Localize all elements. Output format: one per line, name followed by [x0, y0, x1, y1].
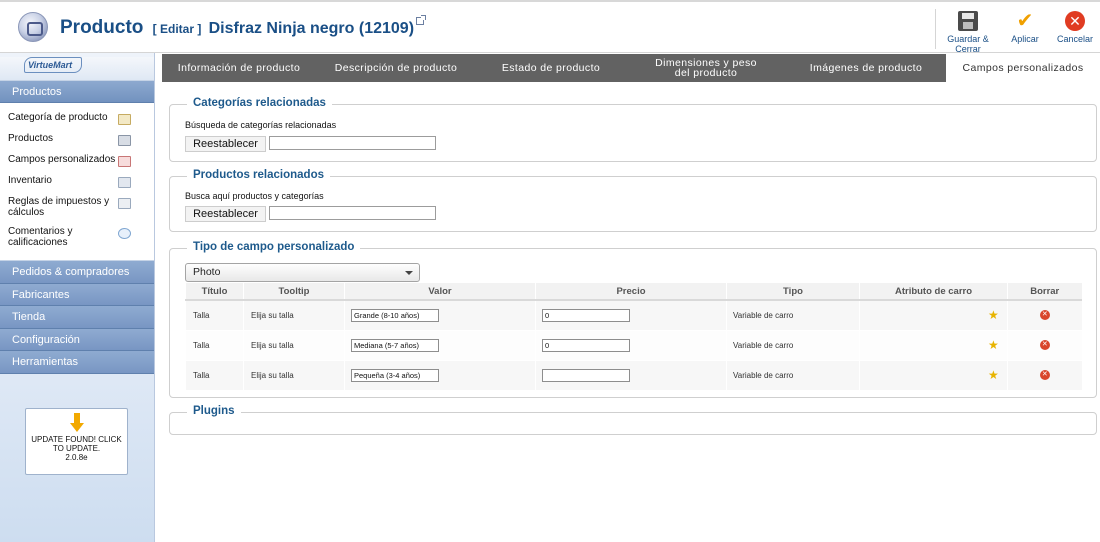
sidebar-item-impuestos[interactable]: Reglas de impuestos y cálculos	[0, 192, 154, 222]
edit-label: [ Editar ]	[152, 22, 202, 36]
page-header: Producto [ Editar ] Disfraz Ninja negro …	[0, 0, 1100, 54]
table-header-row: Título Tooltip Valor Precio Tipo Atribut…	[185, 283, 1082, 301]
row-tipo: Variable de carro	[726, 360, 860, 391]
fieldset-productos: Productos relacionados Busca aquí produc…	[169, 169, 1097, 232]
productos-label: Busca aquí productos y categorías	[185, 191, 324, 201]
tab-estado[interactable]: Estado de producto	[476, 54, 626, 82]
cancel-button[interactable]: ✕ Cancelar	[1050, 9, 1100, 49]
col-borrar: Borrar	[1007, 283, 1082, 301]
product-name: Disfraz Ninja negro (12109)	[208, 20, 415, 37]
row-valor-input[interactable]: Mediana (5-7 años)	[351, 338, 439, 352]
tab-informacion[interactable]: Información de producto	[162, 54, 316, 82]
productos-search-input[interactable]	[269, 206, 436, 220]
legend-tipo-campo: Tipo de campo personalizado	[187, 241, 361, 253]
custom-field-type-select[interactable]: Photo	[185, 263, 420, 282]
toolbar: Guardar & Cerrar ✔ Aplicar ✕ Cancelar	[935, 9, 1100, 54]
calculator-icon	[118, 198, 131, 209]
row-tipo: Variable de carro	[726, 300, 860, 331]
row-valor-input[interactable]: Grande (8-10 años)	[351, 308, 439, 322]
tab-dimensiones[interactable]: Dimensiones y peso del producto	[626, 54, 786, 82]
inventory-icon	[118, 177, 131, 188]
row-precio-input[interactable]: 0	[542, 338, 630, 352]
row-tipo: Variable de carro	[726, 330, 860, 361]
star-icon[interactable]: ★	[988, 309, 1007, 321]
sidebar-item-productos[interactable]: Productos	[0, 129, 154, 150]
fieldset-tipo-campo: Tipo de campo personalizado Photo Título…	[169, 241, 1097, 398]
categorias-search-input[interactable]	[269, 136, 436, 150]
tab-descripcion[interactable]: Descripción de producto	[316, 54, 476, 82]
delete-icon[interactable]: ✕	[1039, 310, 1050, 321]
row-valor-input[interactable]: Pequeña (3-4 años)	[351, 368, 439, 382]
categorias-label: Búsqueda de categorías relacionadas	[185, 120, 337, 130]
fieldset-plugins: Plugins	[169, 405, 1097, 435]
chevron-down-icon	[405, 271, 413, 275]
comments-icon	[118, 228, 131, 239]
main-content: Categorías relacionadas Búsqueda de cate…	[162, 82, 1100, 542]
products-icon	[118, 135, 131, 146]
col-precio: Precio	[535, 283, 727, 301]
legend-productos: Productos relacionados	[187, 169, 331, 181]
custom-fields-icon	[118, 156, 131, 167]
checkmark-icon: ✔	[1016, 10, 1034, 32]
sidebar: VirtueMart Productos Categoría de produc…	[0, 53, 155, 542]
row-titulo: Talla	[185, 330, 244, 361]
col-tooltip: Tooltip	[243, 283, 345, 301]
title-text: Producto	[60, 17, 144, 38]
close-icon: ✕	[1065, 11, 1085, 31]
row-tooltip: Elija su talla	[243, 330, 345, 361]
table-row: Talla Elija su talla Grande (8-10 años) …	[185, 300, 1082, 331]
col-valor: Valor	[344, 283, 536, 301]
col-atributo-carro: Atributo de carro	[859, 283, 1008, 301]
virtuemart-logo-icon	[18, 12, 48, 42]
table-row: Talla Elija su talla Mediana (5-7 años) …	[185, 330, 1082, 361]
row-titulo: Talla	[185, 360, 244, 391]
download-arrow-icon	[69, 413, 84, 433]
sidebar-item-categoria[interactable]: Categoría de producto	[0, 108, 154, 129]
star-icon[interactable]: ★	[988, 369, 1007, 381]
star-icon[interactable]: ★	[988, 339, 1007, 351]
delete-icon[interactable]: ✕	[1039, 340, 1050, 350]
external-link-icon[interactable]	[416, 15, 427, 25]
sidebar-item-inventario[interactable]: Inventario	[0, 171, 154, 192]
tab-imagenes[interactable]: Imágenes de producto	[786, 54, 946, 82]
tab-bar: Información de producto Descripción de p…	[162, 54, 1100, 82]
sidebar-menu-fabricantes[interactable]: Fabricantes	[0, 283, 154, 307]
tab-campos-personalizados[interactable]: Campos personalizados	[946, 54, 1100, 82]
row-tooltip: Elija su talla	[243, 300, 345, 331]
legend-categorias: Categorías relacionadas	[187, 97, 332, 109]
row-titulo: Talla	[185, 300, 244, 331]
sidebar-menu-configuracion[interactable]: Configuración	[0, 328, 154, 352]
sidebar-menu-tienda[interactable]: Tienda	[0, 306, 154, 329]
legend-plugins: Plugins	[187, 405, 241, 417]
sidebar-item-comentarios[interactable]: Comentarios y calificaciones	[0, 222, 154, 252]
col-tipo: Tipo	[726, 283, 860, 301]
col-titulo: Título	[185, 283, 244, 301]
sidebar-menu-pedidos[interactable]: Pedidos & compradores	[0, 261, 154, 284]
sidebar-menu-herramientas[interactable]: Herramientas	[0, 351, 154, 374]
sidebar-item-campos[interactable]: Campos personalizados	[0, 150, 154, 171]
sidebar-submenu: Categoría de producto Productos Campos p…	[0, 103, 154, 261]
apply-button[interactable]: ✔ Aplicar	[1000, 9, 1050, 49]
reset-categorias-button[interactable]: Reestablecer	[185, 136, 266, 152]
category-icon	[118, 114, 131, 125]
save-icon	[958, 11, 978, 31]
row-precio-input[interactable]	[542, 368, 630, 382]
delete-icon[interactable]: ✕	[1039, 370, 1050, 380]
table-row: Talla Elija su talla Pequeña (3-4 años) …	[185, 360, 1082, 391]
sidebar-logo[interactable]: VirtueMart	[0, 57, 154, 81]
custom-fields-table: Título Tooltip Valor Precio Tipo Atribut…	[185, 283, 1082, 391]
update-notice-button[interactable]: UPDATE FOUND! CLICK TO UPDATE. 2.0.8e	[25, 408, 128, 475]
save-close-button[interactable]: Guardar & Cerrar	[936, 9, 1000, 54]
row-tooltip: Elija su talla	[243, 360, 345, 391]
fieldset-categorias: Categorías relacionadas Búsqueda de cate…	[169, 97, 1097, 162]
sidebar-section-productos[interactable]: Productos	[0, 81, 154, 103]
row-precio-input[interactable]: 0	[542, 308, 630, 322]
page-title: Producto [ Editar ] Disfraz Ninja negro …	[60, 15, 427, 39]
reset-productos-button[interactable]: Reestablecer	[185, 206, 266, 222]
